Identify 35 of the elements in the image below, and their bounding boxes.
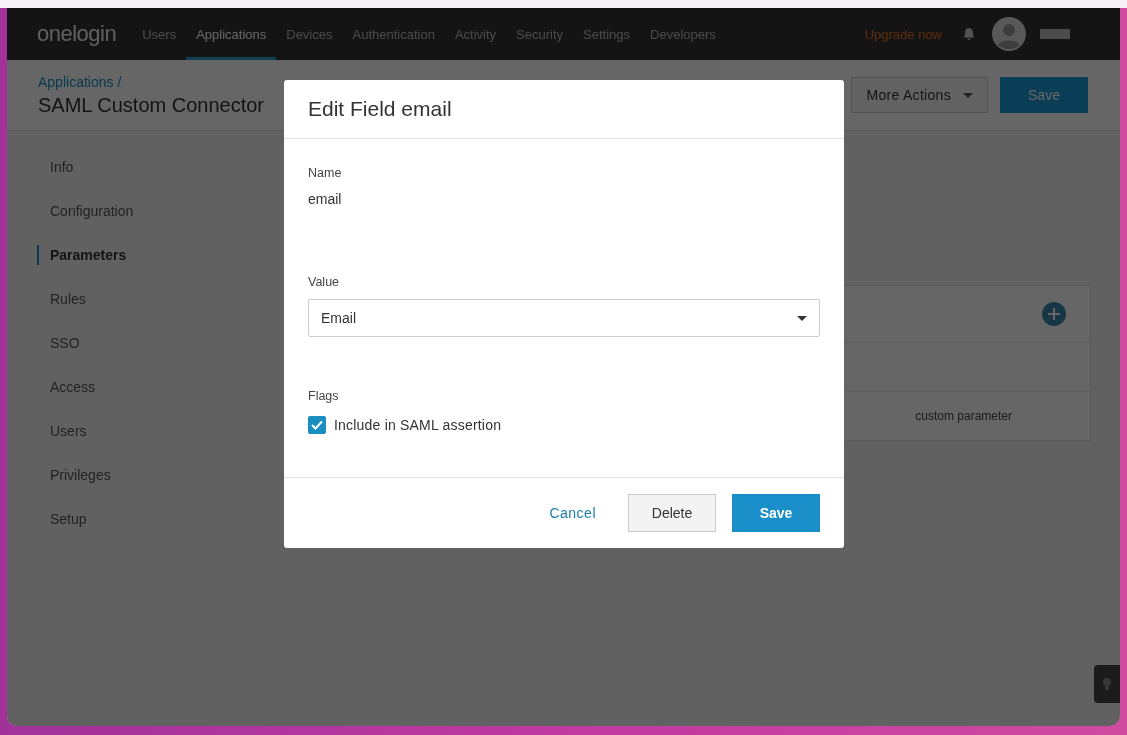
table-cell: custom parameter xyxy=(915,409,1012,423)
avatar-icon[interactable] xyxy=(992,17,1026,51)
sidebar-item[interactable]: Users xyxy=(37,421,247,465)
lightbulb-icon xyxy=(1102,677,1112,691)
sidebar-item[interactable]: Parameters xyxy=(37,245,247,265)
breadcrumb-link[interactable]: Applications / xyxy=(38,73,264,90)
checkbox[interactable] xyxy=(308,416,326,434)
checkbox-label[interactable]: Include in SAML assertion xyxy=(334,417,502,433)
sidebar-item[interactable]: SSO xyxy=(37,333,247,377)
bell-icon[interactable] xyxy=(962,27,976,41)
sidebar-item[interactable]: Privileges xyxy=(37,465,247,509)
upgrade-link[interactable]: Upgrade now xyxy=(864,26,942,42)
value-dropdown[interactable]: Email xyxy=(308,299,820,337)
page-title: SAML Custom Connector xyxy=(38,93,264,117)
field-value: email xyxy=(308,191,343,207)
sidebar-item[interactable]: Rules xyxy=(37,289,247,333)
caret-icon xyxy=(963,92,973,98)
dialog-title: Edit Field email xyxy=(308,97,452,121)
hint-button[interactable] xyxy=(1094,665,1120,703)
field-label: Name xyxy=(308,166,343,180)
sidebar-item[interactable]: Configuration xyxy=(37,201,247,245)
field-label: Flags xyxy=(308,389,340,403)
more-actions-button[interactable]: More Actions xyxy=(851,77,988,113)
user-name-placeholder xyxy=(1040,29,1070,39)
add-icon[interactable] xyxy=(1042,302,1066,326)
sidebar-item[interactable]: Setup xyxy=(37,509,247,553)
save-button[interactable]: Save xyxy=(1000,77,1088,113)
field-label: Value xyxy=(308,275,341,289)
sidebar-item[interactable]: Info xyxy=(37,157,247,201)
logo[interactable]: onelogin xyxy=(37,21,117,47)
cancel-button[interactable]: Cancel xyxy=(533,494,612,532)
save-button[interactable]: Save xyxy=(732,494,820,532)
sidebar-item[interactable]: Access xyxy=(37,377,247,421)
delete-button[interactable]: Delete xyxy=(628,494,716,532)
caret-icon xyxy=(797,315,807,321)
